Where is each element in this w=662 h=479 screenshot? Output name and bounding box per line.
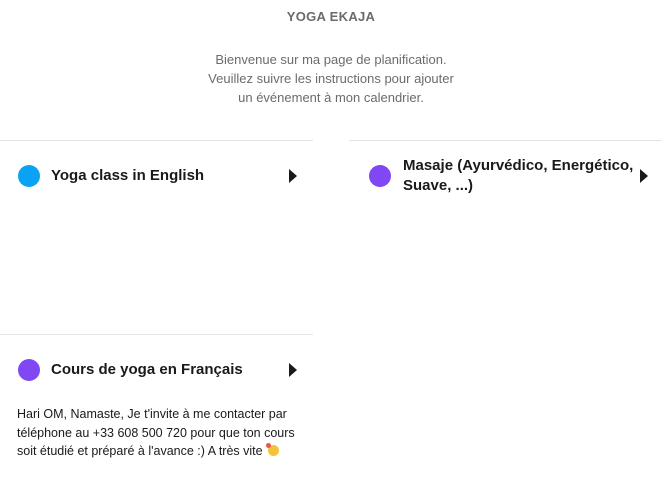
event-description: Hari OM, Namaste, Je t'invite à me conta… bbox=[17, 405, 307, 461]
event-name: Yoga class in English bbox=[51, 167, 205, 184]
event-name: Cours de yoga en Français bbox=[51, 361, 243, 378]
event-color-dot bbox=[18, 359, 40, 381]
event-description-text: Hari OM, Namaste, Je t'invite à me conta… bbox=[17, 407, 295, 458]
play-triangle-icon bbox=[640, 169, 648, 183]
smiling-face-with-hearts-icon bbox=[266, 443, 280, 456]
event-card-yoga-francais[interactable]: Cours de yoga en Français bbox=[0, 335, 313, 395]
event-name-line: Suave, ...) bbox=[403, 177, 474, 194]
event-card-yoga-english[interactable]: Yoga class in English bbox=[0, 141, 313, 331]
event-color-dot bbox=[18, 165, 40, 187]
intro-line: Veuillez suivre les instructions pour aj… bbox=[208, 71, 454, 86]
play-triangle-icon bbox=[289, 169, 297, 183]
event-name-line: Masaje (Ayurvédico, Energético, bbox=[403, 157, 634, 174]
intro-text: Bienvenue sur ma page de planification. … bbox=[0, 50, 662, 107]
scheduling-page: YOGA EKAJA Bienvenue sur ma page de plan… bbox=[0, 0, 662, 479]
event-name: Masaje (Ayurvédico, Energético, Suave, .… bbox=[403, 156, 643, 196]
intro-line: Bienvenue sur ma page de planification. bbox=[215, 52, 447, 67]
page-title: YOGA EKAJA bbox=[286, 9, 376, 24]
intro-line: un événement à mon calendrier. bbox=[238, 90, 424, 105]
play-triangle-icon bbox=[289, 363, 297, 377]
event-color-dot bbox=[369, 165, 391, 187]
event-card-masaje[interactable]: Masaje (Ayurvédico, Energético, Suave, .… bbox=[349, 141, 662, 331]
